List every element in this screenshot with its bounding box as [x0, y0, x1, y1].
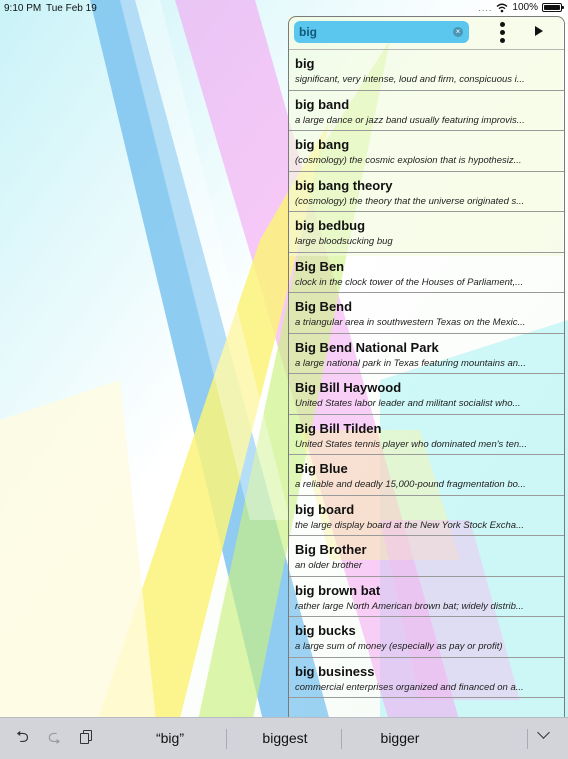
entry-definition: commercial enterprises organized and fin…	[295, 681, 524, 693]
suggestion-2[interactable]: biggest	[230, 730, 340, 746]
keyboard-suggestion-bar: ⮌ ⮎ “big” biggest bigger	[0, 717, 568, 759]
suggestion-divider	[527, 729, 528, 749]
list-item[interactable]: big brown bat rather large North American…	[289, 577, 564, 617]
entry-word: Big Blue	[295, 461, 348, 476]
list-item[interactable]: Big Ben clock in the clock tower of the H…	[289, 253, 564, 293]
entry-definition: a large dance or jazz band usually featu…	[295, 114, 525, 126]
entry-definition: clock in the clock tower of the Houses o…	[295, 276, 524, 288]
entry-definition: a triangular area in southwestern Texas …	[295, 317, 526, 328]
list-item[interactable]: big band a large dance or jazz band usual…	[289, 91, 564, 131]
list-item[interactable]: Big Bill Tilden United States tennis play…	[289, 415, 564, 455]
list-item[interactable]: big bedbug large bloodsucking bug	[289, 212, 564, 253]
entry-definition: significant, very intense, loud and firm…	[295, 74, 525, 85]
search-input[interactable]	[299, 23, 449, 41]
list-item[interactable]: big business commercial enterprises organ…	[289, 658, 564, 698]
entry-definition: a reliable and deadly 15,000-pound fragm…	[295, 479, 526, 490]
suggestion-divider	[341, 729, 342, 749]
entry-word: big bucks	[295, 623, 356, 638]
list-item[interactable]: big bang (cosmology) the cosmic explosion…	[289, 131, 564, 172]
signal-icon: ....	[478, 2, 493, 13]
entry-word: big board	[295, 501, 355, 517]
battery-icon	[542, 3, 564, 12]
list-item[interactable]: big bucks a large sum of money (especiall…	[289, 617, 564, 658]
list-item[interactable]: Big Blue a reliable and deadly 15,000-pou…	[289, 455, 564, 496]
entry-definition: an older brother	[295, 560, 363, 571]
results-list: big significant, very intense, loud and f…	[289, 50, 564, 698]
entry-definition: (cosmology) the theory that the universe…	[295, 195, 525, 207]
undo-icon[interactable]: ⮌	[16, 730, 29, 746]
entry-word: big business	[295, 663, 375, 679]
dictionary-panel: × big significant, very intense, loud and…	[288, 16, 565, 718]
list-item[interactable]: Big Bill Haywood United States labor lead…	[289, 374, 564, 415]
suggestion-3[interactable]: bigger	[345, 730, 455, 746]
entry-definition: large bloodsucking bug	[295, 236, 393, 247]
entry-word: big	[295, 56, 315, 71]
battery-percent: 100%	[512, 2, 538, 13]
search-field[interactable]: ×	[294, 21, 469, 43]
list-item[interactable]: big significant, very intense, loud and f…	[289, 50, 564, 91]
entry-definition: a large sum of money (especially as pay …	[295, 641, 503, 652]
list-item[interactable]: big bang theory (cosmology) the theory th…	[289, 172, 564, 212]
status-date: Tue Feb 19	[46, 3, 97, 14]
status-time: 9:10 PM	[4, 3, 42, 14]
entry-definition: a large national park in Texas featuring…	[295, 357, 526, 369]
entry-word: big bang theory	[295, 177, 393, 193]
entry-definition: United States labor leader and militant …	[295, 398, 521, 409]
suggestion-divider	[226, 729, 227, 749]
entry-word: Big Bill Tilden	[295, 420, 382, 436]
wifi-icon	[496, 3, 508, 12]
entry-word: big band	[295, 96, 350, 112]
entry-word: big bedbug	[295, 218, 366, 233]
list-item[interactable]: Big Brother an older brother	[289, 536, 564, 577]
redo-icon[interactable]: ⮎	[48, 730, 61, 746]
paste-icon[interactable]	[80, 730, 92, 744]
list-item[interactable]: Big Bend National Park a large national p…	[289, 334, 564, 374]
more-vertical-icon[interactable]	[497, 22, 507, 44]
entry-word: Big Bill Haywood	[295, 380, 402, 395]
suggestion-1[interactable]: “big”	[115, 730, 225, 746]
clear-text-icon[interactable]: ×	[453, 27, 463, 37]
status-indicators: .... 100%	[478, 2, 564, 13]
list-item[interactable]: Big Bend a triangular area in southwester…	[289, 293, 564, 334]
search-bar: ×	[289, 17, 564, 50]
entry-word: Big Ben	[295, 258, 345, 274]
play-icon[interactable]	[535, 26, 543, 36]
status-bar: 9:10 PM Tue Feb 19 .... 100%	[0, 0, 568, 16]
entry-definition: (cosmology) the cosmic explosion that is…	[295, 155, 522, 166]
entry-definition: the large display board at the New York …	[295, 519, 525, 531]
chevron-down-icon[interactable]	[536, 728, 550, 742]
entry-word: Big Bend National Park	[295, 339, 439, 355]
entry-definition: rather large North American brown bat; w…	[295, 600, 524, 612]
list-item[interactable]: big board the large display board at the …	[289, 496, 564, 536]
entry-word: Big Bend	[295, 299, 353, 314]
entry-word: big brown bat	[295, 582, 381, 598]
entry-definition: United States tennis player who dominate…	[295, 438, 528, 450]
entry-word: Big Brother	[295, 542, 367, 557]
entry-word: big bang	[295, 137, 350, 152]
